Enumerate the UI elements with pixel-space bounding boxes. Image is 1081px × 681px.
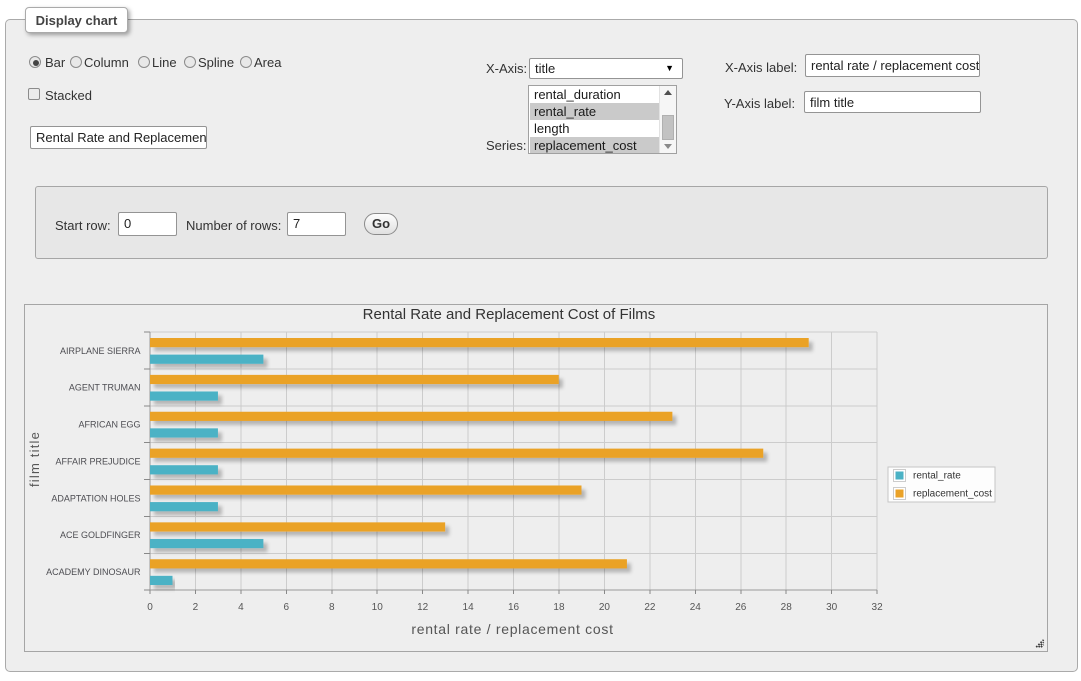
svg-text:18: 18 (553, 602, 565, 613)
svg-text:AGENT TRUMAN: AGENT TRUMAN (69, 383, 141, 393)
svg-text:ACE GOLDFINGER: ACE GOLDFINGER (60, 530, 141, 540)
svg-text:AFRICAN EGG: AFRICAN EGG (78, 420, 140, 430)
svg-text:24: 24 (690, 602, 702, 613)
svg-text:22: 22 (644, 602, 656, 613)
svg-text:ADAPTATION HOLES: ADAPTATION HOLES (51, 493, 140, 503)
svg-text:8: 8 (329, 602, 335, 613)
svg-text:2: 2 (193, 602, 199, 613)
svg-text:film title: film title (27, 431, 42, 487)
svg-text:0: 0 (147, 602, 153, 613)
svg-text:rental rate / replacement cost: rental rate / replacement cost (411, 621, 613, 637)
svg-text:Rental Rate and Replacement Co: Rental Rate and Replacement Cost of Film… (363, 306, 656, 323)
svg-text:4: 4 (238, 602, 244, 613)
svg-text:26: 26 (735, 602, 747, 613)
svg-text:14: 14 (463, 602, 475, 613)
svg-text:10: 10 (372, 602, 384, 613)
svg-text:AFFAIR PREJUDICE: AFFAIR PREJUDICE (55, 456, 140, 466)
svg-text:28: 28 (781, 602, 793, 613)
svg-text:12: 12 (417, 602, 429, 613)
svg-text:rental_rate: rental_rate (913, 471, 961, 482)
svg-text:20: 20 (599, 602, 611, 613)
svg-text:6: 6 (284, 602, 290, 613)
svg-text:replacement_cost: replacement_cost (913, 489, 992, 500)
svg-text:16: 16 (508, 602, 520, 613)
svg-text:32: 32 (872, 602, 884, 613)
svg-text:30: 30 (826, 602, 838, 613)
svg-text:AIRPLANE SIERRA: AIRPLANE SIERRA (60, 346, 141, 356)
svg-text:ACADEMY DINOSAUR: ACADEMY DINOSAUR (46, 567, 141, 577)
